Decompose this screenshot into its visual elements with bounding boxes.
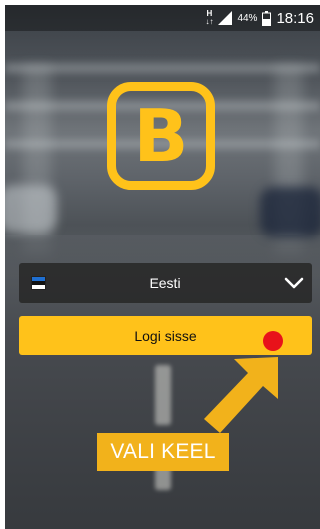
arrow-icon xyxy=(204,357,278,433)
login-screen: H ↓↑ 44% 18:16 B Eesti Logi sisse VALI K… xyxy=(5,5,320,529)
estonia-flag-icon xyxy=(31,276,46,290)
logo-letter: B xyxy=(133,94,189,178)
login-button-label: Logi sisse xyxy=(134,327,197,344)
callout-text: VALI KEEL xyxy=(110,440,216,463)
app-frame: H ↓↑ 44% 18:16 B Eesti Logi sisse VALI K… xyxy=(0,0,320,529)
chevron-down-icon[interactable] xyxy=(284,276,304,290)
status-bar: H ↓↑ 44% 18:16 xyxy=(5,5,320,31)
background-decoration xyxy=(5,185,57,233)
background-decoration xyxy=(260,187,320,237)
annotation-callout: VALI KEEL xyxy=(97,433,229,471)
network-type-indicator: H ↓↑ xyxy=(205,10,213,26)
signal-icon xyxy=(218,11,233,25)
app-logo: B xyxy=(107,82,215,190)
language-select-value: Eesti xyxy=(149,275,181,291)
highlight-dot xyxy=(263,331,283,351)
network-activity-label: ↓↑ xyxy=(205,17,214,26)
background-decoration xyxy=(5,63,320,73)
battery-percent: 44% xyxy=(237,12,258,24)
background-decoration xyxy=(155,365,171,425)
clock: 18:16 xyxy=(276,9,314,27)
battery-icon xyxy=(262,10,272,26)
language-select[interactable]: Eesti xyxy=(19,263,312,303)
